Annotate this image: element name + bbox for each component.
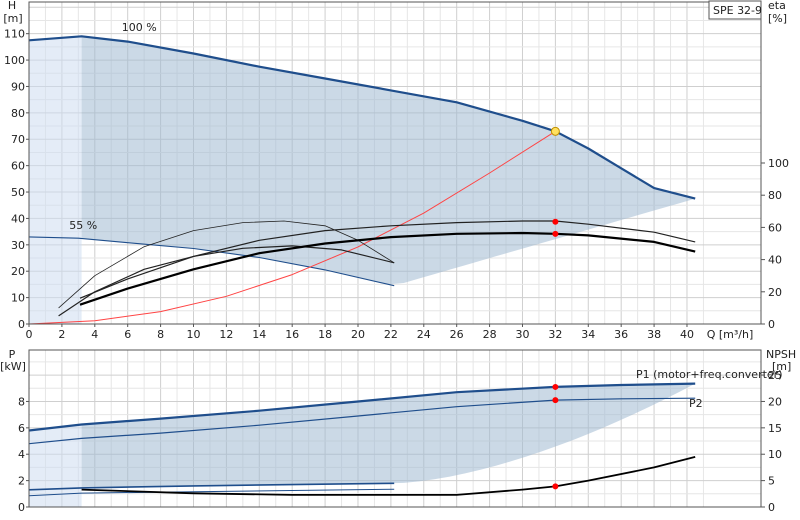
top-chart-y-tick-label: 30 (11, 239, 25, 252)
model-label: SPE 32-9 (713, 4, 762, 17)
x-axis-label: Q [m³/h] (707, 328, 754, 341)
top-chart-y2-tick-label: 40 (768, 254, 782, 267)
x-tick-label: 34 (581, 328, 595, 341)
top-annotation-label: 100 % (122, 21, 157, 34)
top-chart-y2-tick-label: 20 (768, 286, 782, 299)
x-tick-label: 0 (26, 328, 33, 341)
bottom-chart-y2-tick-label: 10 (768, 448, 782, 461)
bottom-y-axis-unit: [kW] (0, 360, 26, 373)
top-chart-y-tick-label: 40 (11, 212, 25, 225)
top-chart-y-tick-label: 20 (11, 265, 25, 278)
x-tick-label: 38 (647, 328, 661, 341)
top-chart-y-tick-label: 0 (18, 318, 25, 331)
legend-label-p2: P2 (689, 397, 703, 410)
bottom-op-marker (552, 483, 559, 490)
bottom-op-marker (552, 383, 559, 390)
x-tick-label: 16 (285, 328, 299, 341)
top-y2-axis-label: eta (768, 0, 786, 12)
top-chart-y-tick-label: 80 (11, 107, 25, 120)
x-tick-label: 20 (351, 328, 365, 341)
x-tick-label: 22 (384, 328, 398, 341)
pump-curve-chart: 100 %55 %0102030405060708090100110020406… (0, 0, 796, 514)
top-op-marker (552, 218, 559, 225)
x-tick-label: 14 (252, 328, 266, 341)
top-chart-y2-tick-label: 0 (768, 318, 775, 331)
x-tick-label: 28 (483, 328, 497, 341)
top-op-marker (552, 230, 559, 237)
bottom-y2-axis-unit: [m] (772, 360, 791, 373)
x-tick-label: 40 (680, 328, 694, 341)
top-y-axis-unit: [m] (3, 12, 22, 25)
top-chart-y-tick-label: 100 (4, 54, 25, 67)
top-chart-y2-tick-label: 60 (768, 221, 782, 234)
x-tick-label: 36 (614, 328, 628, 341)
x-tick-label: 32 (548, 328, 562, 341)
x-tick-label: 8 (157, 328, 164, 341)
bottom-chart-y-tick-label: 4 (18, 448, 25, 461)
top-chart-y-tick-label: 10 (11, 292, 25, 305)
duty-point-marker (550, 126, 560, 136)
bottom-chart-y-tick-label: 6 (18, 422, 25, 435)
bottom-chart-y-tick-label: 0 (18, 501, 25, 514)
x-tick-label: 18 (318, 328, 332, 341)
x-tick-label: 2 (58, 328, 65, 341)
x-tick-label: 26 (450, 328, 464, 341)
top-chart-y-tick-label: 110 (4, 28, 25, 41)
bottom-chart-y-tick-label: 8 (18, 395, 25, 408)
bottom-chart-y2-tick-label: 15 (768, 422, 782, 435)
top-chart-y2-tick-label: 80 (768, 189, 782, 202)
top-annotation-label: 55 % (69, 219, 97, 232)
top-chart-y-tick-label: 60 (11, 160, 25, 173)
top-left-band (29, 36, 82, 325)
x-tick-label: 4 (91, 328, 98, 341)
top-y-axis-label: H (8, 0, 16, 12)
bottom-chart-y2-tick-label: 0 (768, 501, 775, 514)
x-tick-label: 6 (124, 328, 131, 341)
top-chart-y-tick-label: 70 (11, 133, 25, 146)
x-tick-label: 24 (417, 328, 431, 341)
x-tick-label: 30 (515, 328, 529, 341)
x-tick-label: 10 (186, 328, 200, 341)
bottom-chart-y-tick-label: 2 (18, 475, 25, 488)
bottom-chart-y2-tick-label: 20 (768, 395, 782, 408)
top-chart-y2-tick-label: 100 (768, 157, 789, 170)
bottom-op-marker (552, 397, 559, 404)
top-y2-axis-unit: [%] (768, 12, 787, 25)
top-chart-y-tick-label: 90 (11, 80, 25, 93)
top-chart-y-tick-label: 50 (11, 186, 25, 199)
x-tick-label: 12 (219, 328, 233, 341)
bottom-chart-y2-tick-label: 5 (768, 475, 775, 488)
